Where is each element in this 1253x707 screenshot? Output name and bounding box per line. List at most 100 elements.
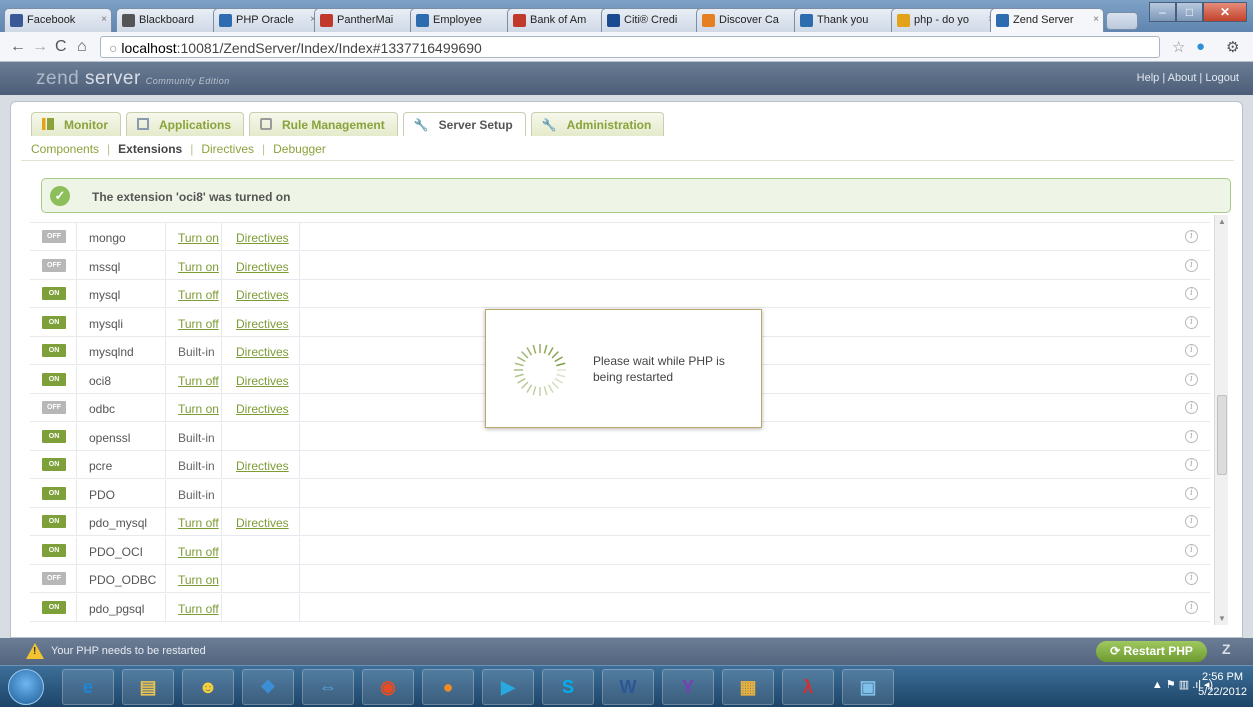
teamviewer-icon[interactable]: ⇔ (302, 669, 354, 705)
toggle-extension-link[interactable]: Turn off (178, 516, 219, 530)
reload-button[interactable]: C (55, 38, 67, 56)
yahoo-icon[interactable]: Y (662, 669, 714, 705)
built-in-label: Built-in (178, 345, 215, 359)
success-notice: ✓ The extension 'oci8' was turned on (41, 178, 1231, 213)
directives-link[interactable]: Directives (236, 459, 289, 473)
firefox-icon[interactable]: ● (422, 669, 474, 705)
wrench-icon[interactable]: ⚙ (1226, 38, 1239, 56)
extension-name: mysql (89, 288, 121, 302)
toggle-extension-link[interactable]: Turn on (178, 231, 219, 245)
info-icon[interactable]: i (1185, 600, 1198, 614)
browser-tab[interactable]: Bank of Am× (507, 8, 615, 32)
browser-tab[interactable]: PantherMai× (314, 8, 422, 32)
subnav-extensions[interactable]: Extensions (118, 142, 182, 156)
directives-link[interactable]: Directives (236, 516, 289, 530)
yahoo-messenger-icon[interactable]: ☻ (182, 669, 234, 705)
taskbar-clock[interactable]: 2:56 PM 5/22/2012 (1198, 670, 1247, 700)
scrollbar-thumb[interactable] (1217, 395, 1227, 475)
subnav-debugger[interactable]: Debugger (273, 142, 326, 156)
close-tab-icon[interactable]: × (101, 14, 107, 25)
chrome-icon[interactable]: ◉ (362, 669, 414, 705)
skype-extension-icon[interactable]: ● (1196, 38, 1205, 55)
info-icon[interactable]: i (1185, 515, 1198, 528)
table-scrollbar[interactable]: ▲ ▼ (1214, 215, 1228, 625)
info-icon[interactable]: i (1185, 429, 1198, 443)
browser-tab[interactable]: Facebook × (4, 8, 112, 32)
toggle-extension-link[interactable]: Turn off (178, 602, 219, 616)
filezilla-icon[interactable]: ▦ (722, 669, 774, 705)
directives-link[interactable]: Directives (236, 374, 289, 388)
star-icon[interactable]: ☆ (1172, 38, 1185, 56)
subnav-directives[interactable]: Directives (201, 142, 254, 156)
extension-row: OFF PDO_ODBC Turn on i (30, 565, 1210, 593)
browser-toolbar: ← → C ⌂ ○ localhost:10081/ZendServer/Ind… (0, 32, 1253, 62)
start-button[interactable] (8, 669, 44, 705)
toggle-extension-link[interactable]: Turn on (178, 402, 219, 416)
zend-mark-logo: Z (1222, 641, 1231, 657)
info-icon[interactable]: i (1185, 315, 1198, 329)
toggle-extension-link[interactable]: Turn off (178, 545, 219, 559)
new-tab-button[interactable] (1106, 12, 1138, 30)
browser-tab[interactable]: Zend Server × (990, 8, 1104, 33)
directives-link[interactable]: Directives (236, 317, 289, 331)
info-icon[interactable]: i (1185, 572, 1198, 585)
info-icon[interactable]: i (1185, 258, 1198, 272)
info-icon[interactable]: i (1185, 287, 1198, 300)
back-button[interactable]: ← (10, 38, 26, 56)
directives-link[interactable]: Directives (236, 288, 289, 302)
address-bar[interactable]: ○ localhost:10081/ZendServer/Index/Index… (100, 36, 1160, 58)
skype-icon[interactable]: S (542, 669, 594, 705)
word-icon[interactable]: W (602, 669, 654, 705)
close-tab-icon[interactable]: × (1093, 14, 1099, 25)
favicon-icon (10, 14, 23, 27)
acrobat-icon[interactable]: λ (782, 669, 834, 705)
remote-desktop-icon[interactable]: ▣ (842, 669, 894, 705)
toggle-extension-link[interactable]: Turn on (178, 573, 219, 587)
info-icon[interactable]: i (1185, 372, 1198, 386)
header-links[interactable]: Help | About | Logout (1137, 72, 1239, 84)
directives-link[interactable]: Directives (236, 260, 289, 274)
tab-monitor[interactable]: Monitor (31, 112, 121, 136)
info-icon[interactable]: i (1185, 344, 1198, 357)
browser-tab[interactable]: Employee× (410, 8, 518, 32)
browser-tab[interactable]: Blackboard× (116, 8, 224, 32)
extension-name: PDO (89, 487, 116, 502)
tab-administration[interactable]: 🔧 Administration (530, 112, 665, 136)
dropbox-icon[interactable]: ❖ (242, 669, 294, 705)
info-icon[interactable]: i (1185, 486, 1198, 500)
browser-tab[interactable]: Thank you× (794, 8, 902, 32)
restart-php-button[interactable]: ⟳ Restart PHP (1096, 641, 1207, 662)
tab-applications[interactable]: Applications (126, 112, 245, 136)
directives-link[interactable]: Directives (236, 402, 289, 416)
browser-tab[interactable]: Discover Ca× (696, 8, 804, 32)
scroll-up-icon[interactable]: ▲ (1218, 217, 1226, 226)
toggle-extension-link[interactable]: Turn off (178, 288, 219, 302)
info-icon[interactable]: i (1185, 543, 1198, 557)
forward-button[interactable]: → (32, 38, 48, 56)
tab-rule-management[interactable]: Rule Management (249, 112, 398, 136)
status-badge: OFF (42, 572, 66, 585)
scroll-down-icon[interactable]: ▼ (1218, 614, 1226, 623)
status-badge: ON (42, 429, 66, 443)
tab-label: Employee (433, 14, 482, 26)
info-icon[interactable]: i (1185, 458, 1198, 471)
browser-tab[interactable]: Citi® Credi× (601, 8, 709, 32)
close-window-button[interactable]: ✕ (1203, 2, 1247, 22)
info-icon[interactable]: i (1185, 401, 1198, 414)
home-icon[interactable]: ⌂ (77, 38, 87, 56)
file-explorer-icon[interactable]: ▤ (122, 669, 174, 705)
media-player-icon[interactable]: ▶ (482, 669, 534, 705)
minimize-button[interactable]: – (1149, 2, 1176, 22)
toggle-extension-link[interactable]: Turn on (178, 260, 219, 274)
tab-server-setup[interactable]: 🔧 Server Setup (402, 112, 526, 136)
browser-tab[interactable]: PHP Oracle× (213, 8, 321, 32)
internet-explorer-icon[interactable]: e (62, 669, 114, 705)
maximize-button[interactable]: □ (1176, 2, 1203, 22)
directives-link[interactable]: Directives (236, 231, 289, 245)
toggle-extension-link[interactable]: Turn off (178, 317, 219, 331)
toggle-extension-link[interactable]: Turn off (178, 374, 219, 388)
browser-tab[interactable]: php - do yo× (891, 8, 999, 32)
info-icon[interactable]: i (1185, 230, 1198, 243)
directives-link[interactable]: Directives (236, 345, 289, 359)
subnav-components[interactable]: Components (31, 142, 99, 156)
